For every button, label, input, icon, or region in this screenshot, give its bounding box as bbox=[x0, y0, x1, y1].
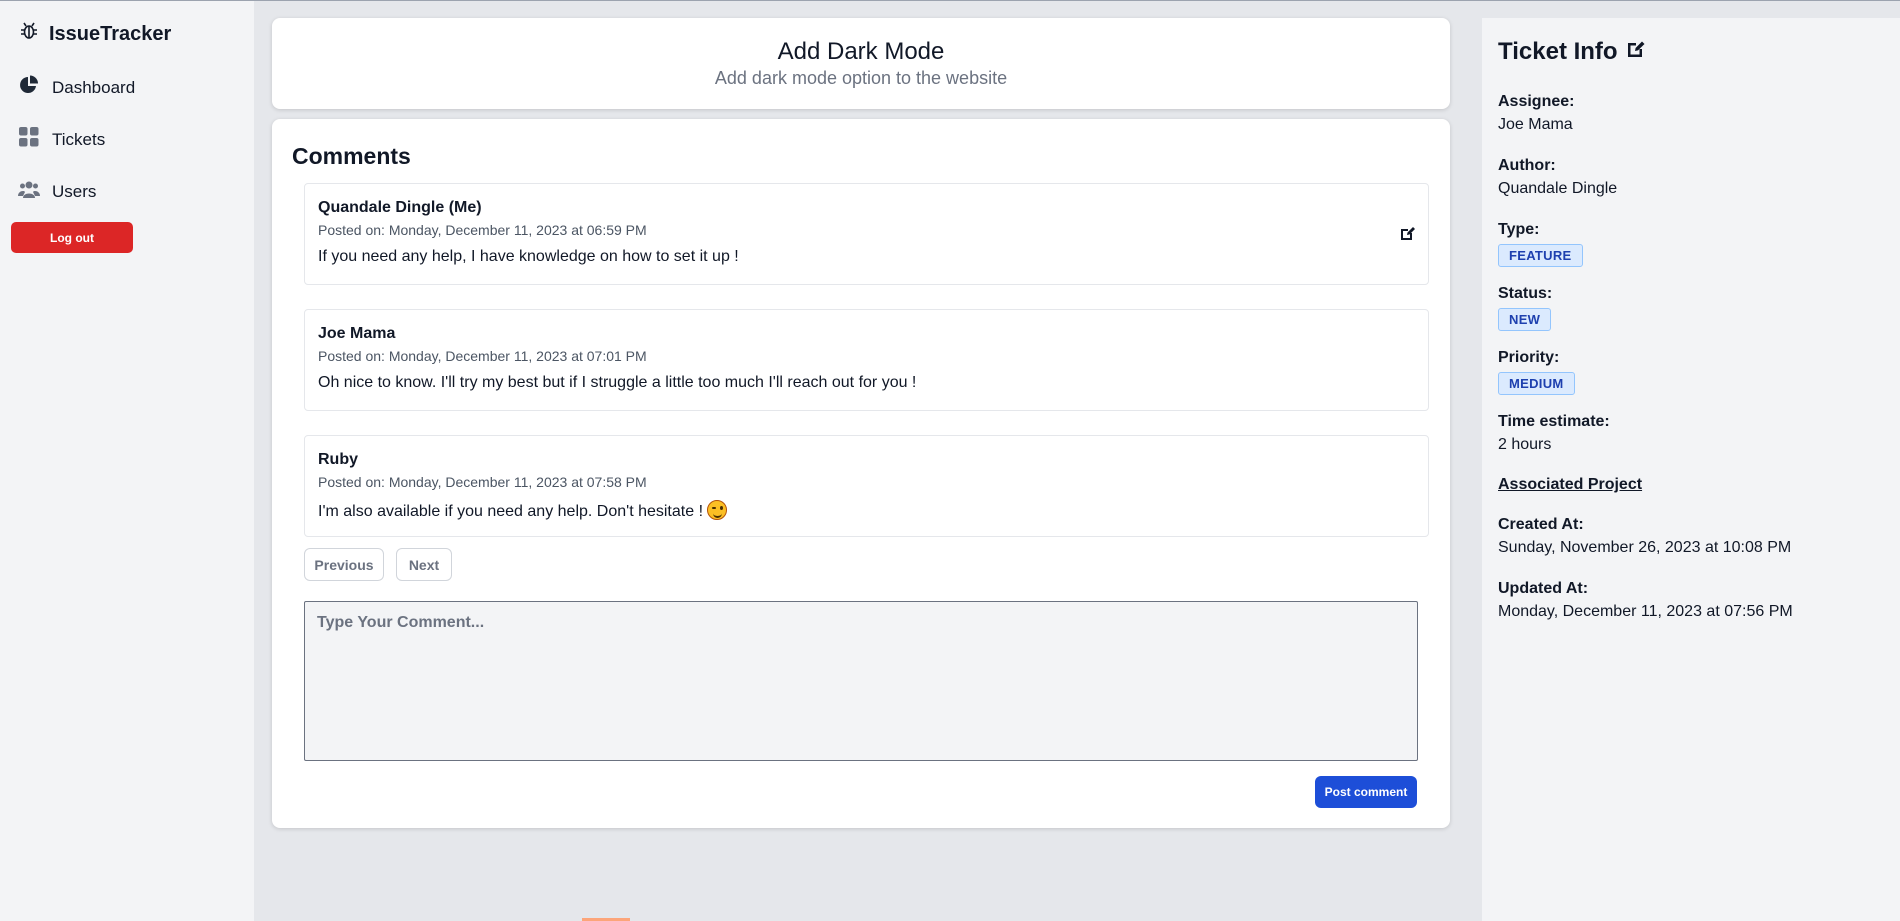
updated-at-label: Updated At: bbox=[1498, 580, 1589, 597]
author-value: Quandale Dingle bbox=[1498, 180, 1618, 197]
comment-timestamp: Posted on: Monday, December 11, 2023 at … bbox=[318, 348, 647, 364]
sidebar: IssueTracker Dashboard Tickets Users Log… bbox=[0, 1, 255, 921]
comment-body: If you need any help, I have knowledge o… bbox=[318, 248, 739, 265]
comment-timestamp: Posted on: Monday, December 11, 2023 at … bbox=[318, 222, 647, 238]
ticket-description: Add dark mode option to the website bbox=[714, 68, 1008, 88]
previous-button[interactable]: Previous bbox=[304, 548, 384, 581]
ticket-info-panel: Ticket Info Assignee: Joe Mama Author: Q… bbox=[1482, 18, 1900, 921]
created-at-value: Sunday, November 26, 2023 at 10:08 PM bbox=[1498, 539, 1792, 556]
created-at-label: Created At: bbox=[1498, 516, 1584, 533]
comment-body: Oh nice to know. I'll try my best but if… bbox=[318, 374, 917, 391]
ticket-title: Add Dark Mode bbox=[777, 38, 945, 65]
comment-item: Ruby Posted on: Monday, December 11, 202… bbox=[304, 435, 1429, 537]
time-estimate-label: Time estimate: bbox=[1498, 413, 1610, 430]
grid-icon bbox=[18, 126, 40, 153]
comment-body-row: I'm also available if you need any help.… bbox=[318, 500, 728, 521]
edit-icon[interactable] bbox=[1626, 38, 1646, 66]
status-badge: NEW bbox=[1498, 308, 1552, 331]
sidebar-item-label: Tickets bbox=[52, 129, 106, 149]
type-field: Type: FEATURE bbox=[1498, 221, 1583, 267]
ticket-header: Add Dark Mode Add dark mode option to th… bbox=[272, 18, 1450, 109]
post-comment-button[interactable]: Post comment bbox=[1315, 776, 1417, 808]
comments-heading: Comments bbox=[292, 143, 411, 169]
sidebar-item-dashboard[interactable]: Dashboard bbox=[18, 74, 135, 101]
comment-author: Joe Mama bbox=[318, 325, 396, 342]
ticket-info-title: Ticket Info bbox=[1498, 38, 1646, 66]
sidebar-item-users[interactable]: Users bbox=[18, 178, 96, 205]
sidebar-item-label: Dashboard bbox=[52, 77, 136, 97]
pie-chart-icon bbox=[18, 74, 40, 101]
brand[interactable]: IssueTracker bbox=[19, 21, 171, 47]
author-label: Author: bbox=[1498, 157, 1556, 174]
assignee-value: Joe Mama bbox=[1498, 116, 1573, 133]
comment-body: I'm also available if you need any help.… bbox=[318, 503, 704, 520]
author-field: Author: Quandale Dingle bbox=[1498, 157, 1617, 198]
bug-icon bbox=[19, 21, 39, 47]
wink-emoji-icon bbox=[707, 500, 728, 520]
comment-item: Joe Mama Posted on: Monday, December 11,… bbox=[304, 309, 1429, 411]
assignee-field: Assignee: Joe Mama bbox=[1498, 93, 1574, 134]
comment-timestamp: Posted on: Monday, December 11, 2023 at … bbox=[318, 474, 647, 490]
comment-author: Quandale Dingle (Me) bbox=[318, 199, 482, 216]
time-estimate-field: Time estimate: 2 hours bbox=[1498, 413, 1610, 454]
comment-author: Ruby bbox=[318, 451, 358, 468]
updated-at-value: Monday, December 11, 2023 at 07:56 PM bbox=[1498, 603, 1793, 620]
priority-label: Priority: bbox=[1498, 349, 1560, 366]
priority-field: Priority: MEDIUM bbox=[1498, 349, 1575, 395]
comments-section: Comments Quandale Dingle (Me) Posted on:… bbox=[272, 119, 1450, 828]
updated-at-field: Updated At: Monday, December 11, 2023 at… bbox=[1498, 580, 1793, 621]
sidebar-item-label: Users bbox=[52, 181, 97, 201]
logout-button[interactable]: Log out bbox=[11, 222, 133, 253]
priority-badge: MEDIUM bbox=[1498, 372, 1575, 395]
comment-input[interactable] bbox=[304, 601, 1418, 761]
users-icon bbox=[18, 178, 40, 205]
status-field: Status: NEW bbox=[1498, 285, 1552, 331]
edit-icon[interactable] bbox=[1399, 225, 1416, 242]
created-at-field: Created At: Sunday, November 26, 2023 at… bbox=[1498, 516, 1791, 557]
type-label: Type: bbox=[1498, 221, 1540, 238]
comment-item: Quandale Dingle (Me) Posted on: Monday, … bbox=[304, 183, 1429, 285]
time-estimate-value: 2 hours bbox=[1498, 436, 1552, 453]
brand-name: IssueTracker bbox=[49, 22, 172, 45]
type-badge: FEATURE bbox=[1498, 244, 1583, 267]
status-label: Status: bbox=[1498, 285, 1553, 302]
associated-project-link[interactable]: Associated Project bbox=[1498, 476, 1642, 494]
assignee-label: Assignee: bbox=[1498, 93, 1575, 110]
next-button[interactable]: Next bbox=[396, 548, 452, 581]
ticket-info-heading: Ticket Info bbox=[1498, 38, 1618, 65]
sidebar-item-tickets[interactable]: Tickets bbox=[18, 126, 105, 153]
